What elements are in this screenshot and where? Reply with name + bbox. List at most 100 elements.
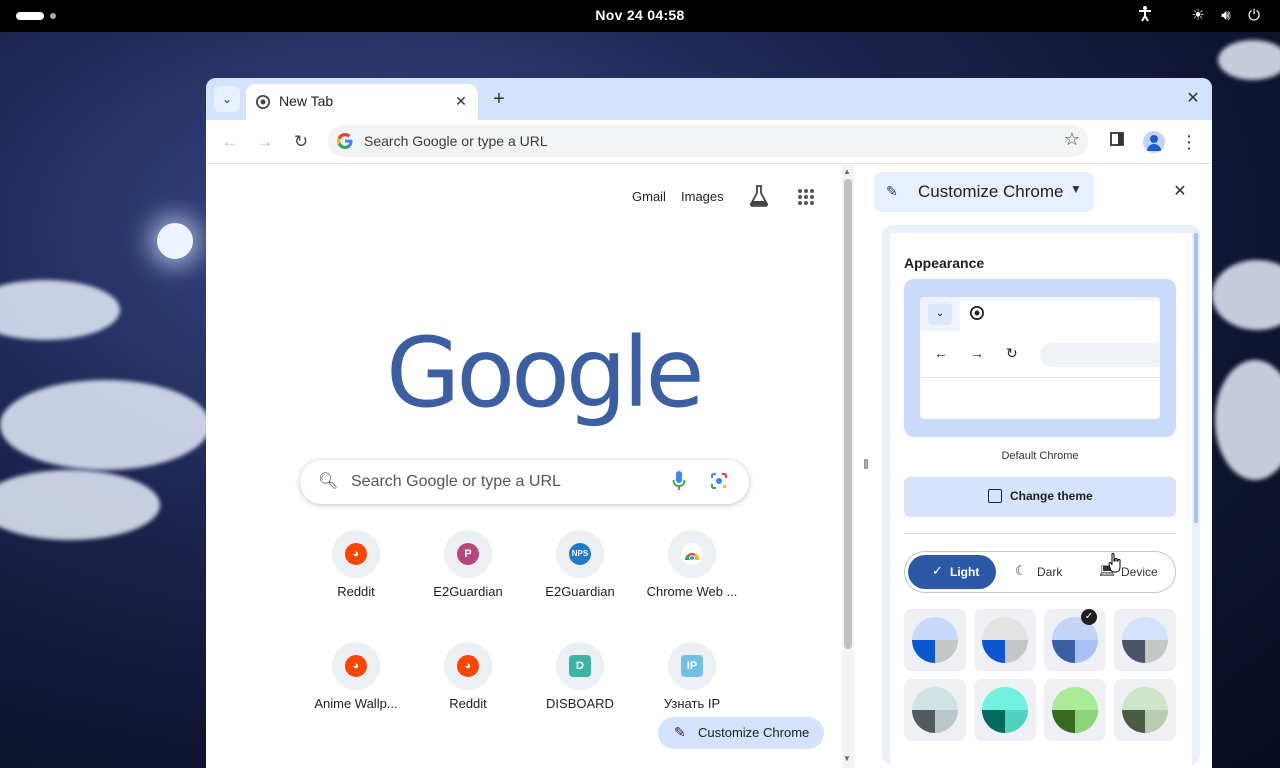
appearance-card: Appearance ⌄ ← → ↻ Default Chrome Change… (882, 225, 1200, 765)
disboard-icon: D (569, 655, 591, 677)
reload-button[interactable]: ↻ (289, 130, 313, 154)
google-logo: Google (386, 317, 705, 429)
color-swatch-aqua[interactable] (974, 679, 1036, 741)
color-swatch-grey[interactable] (974, 609, 1036, 671)
shortcut-tile[interactable]: NPS E2Guardian (524, 530, 636, 642)
tab-new-tab[interactable]: New Tab ✕ (246, 84, 478, 120)
swatch-disc (982, 687, 1028, 733)
shortcut-label: E2Guardian (433, 584, 503, 599)
voice-search-icon[interactable] (672, 470, 686, 492)
shortcut-label: E2Guardian (545, 584, 615, 599)
omnibox-text: Search Google or type a URL (364, 133, 548, 149)
shortcut-tile[interactable]: ◕ Reddit (412, 642, 524, 754)
tab-search-button[interactable]: ⌄ (214, 86, 240, 112)
theme-preview: ⌄ ← → ↻ (904, 279, 1176, 437)
side-panel-title: Customize Chrome (918, 182, 1064, 201)
volume-icon[interactable]: 🔊︎ (1216, 6, 1236, 26)
check-icon: ✓ (932, 563, 943, 578)
color-swatch-green[interactable] (1044, 679, 1106, 741)
color-swatch-blue[interactable]: ✓ (1044, 609, 1106, 671)
back-arrow-icon: ← (934, 345, 948, 361)
side-panel-header[interactable]: ✎ Customize Chrome ▼ (874, 172, 1094, 212)
new-tab-button[interactable]: + (486, 86, 512, 112)
theme-mode-toggle: ✓ Light ☾ Dark 💻︎ Device (904, 551, 1176, 593)
shortcut-tile[interactable]: ◕ Reddit (300, 530, 412, 642)
customize-chrome-button[interactable]: ✎ Customize Chrome (658, 717, 824, 749)
close-tab-icon[interactable]: ✕ (452, 92, 470, 110)
divider (904, 533, 1176, 534)
letter-p-icon: P (457, 543, 479, 565)
gmail-link[interactable]: Gmail (632, 189, 666, 204)
color-swatch-cool-grey[interactable] (1114, 609, 1176, 671)
mode-light-button[interactable]: ✓ Light (908, 555, 996, 589)
window-close-button[interactable]: ✕ (1182, 88, 1204, 110)
reddit-icon: ◕ (457, 655, 479, 677)
power-icon[interactable]: ⏻ (1244, 6, 1264, 26)
scroll-down-arrow-icon[interactable]: ▼ (843, 754, 851, 763)
change-theme-button[interactable]: Change theme (904, 477, 1176, 517)
mode-label: Light (950, 565, 980, 579)
mouse-cursor-icon (1108, 553, 1121, 573)
mode-label: Device (1121, 565, 1158, 579)
change-theme-label: Change theme (1010, 489, 1093, 503)
swatch-disc (982, 617, 1028, 663)
bookmark-star-icon[interactable]: ☆ (1064, 129, 1080, 150)
moon (157, 223, 193, 259)
clock[interactable]: Nov 24 04:58 (0, 7, 1280, 23)
labs-flask-icon[interactable] (749, 185, 769, 207)
nps-icon: NPS (569, 543, 591, 565)
forward-button[interactable]: → (253, 130, 277, 154)
swatch-disc (912, 617, 958, 663)
mode-device-button[interactable]: 💻︎ Device (1085, 555, 1173, 589)
profile-avatar[interactable] (1143, 131, 1165, 153)
preview-label: Default Chrome (1001, 450, 1079, 462)
customize-chrome-label: Customize Chrome (698, 725, 810, 740)
pencil-icon: ✎ (886, 183, 898, 199)
color-swatch-olive[interactable] (1114, 679, 1176, 741)
google-apps-icon[interactable] (798, 189, 814, 205)
pencil-icon: ✎ (674, 724, 686, 740)
shortcut-tile[interactable]: D DISBOARD (524, 642, 636, 754)
chevron-down-icon: ⌄ (928, 303, 952, 325)
google-lens-icon[interactable] (710, 472, 728, 490)
shortcut-label: Узнать IP (663, 696, 721, 711)
forward-arrow-icon: → (970, 345, 984, 361)
dropdown-caret-icon[interactable]: ▼ (1070, 182, 1082, 196)
scroll-up-arrow-icon[interactable]: ▲ (843, 167, 851, 176)
side-panel-icon[interactable] (1105, 130, 1129, 154)
accessibility-icon[interactable] (1135, 6, 1155, 28)
brightness-icon[interactable]: ☀ (1188, 6, 1208, 26)
color-swatch-default-blue[interactable] (904, 609, 966, 671)
ntp-search-box[interactable]: 🔍︎ Search Google or type a URL (300, 460, 749, 504)
system-top-bar: Nov 24 04:58 ☀ 🔊︎ ⏻ (0, 0, 1280, 32)
reload-icon: ↻ (1006, 345, 1018, 361)
shortcut-tile[interactable]: ◕ Anime Wallp... (300, 642, 412, 754)
image-icon (988, 489, 1002, 503)
tab-strip: ⌄ New Tab ✕ + ✕ (206, 78, 1212, 120)
shortcut-label: Reddit (449, 696, 487, 711)
mode-dark-button[interactable]: ☾ Dark (1001, 555, 1085, 589)
shortcut-tile[interactable]: P E2Guardian (412, 530, 524, 642)
toolbar: ← → ↻ Search Google or type a URL ☆ ⋮ (206, 120, 1212, 164)
shortcut-label: Anime Wallp... (314, 696, 398, 711)
shortcut-label: DISBOARD (546, 696, 614, 711)
swatch-disc (1052, 687, 1098, 733)
ntp-scrollbar[interactable]: ▲ ▼ (842, 165, 854, 768)
scrollbar-thumb[interactable] (844, 179, 852, 649)
shortcut-label: Chrome Web ... (646, 584, 738, 599)
images-link[interactable]: Images (681, 189, 724, 204)
new-tab-page: Gmail Images Google 🔍︎ Search Google or … (206, 165, 854, 768)
side-panel-scrollbar[interactable] (1194, 233, 1198, 523)
shortcut-tile[interactable]: Chrome Web ... (636, 530, 748, 642)
menu-kebab-icon[interactable]: ⋮ (1177, 130, 1201, 154)
browser-window: ⌄ New Tab ✕ + ✕ ← → ↻ Search Google or t… (206, 78, 1212, 768)
chrome-icon (256, 95, 270, 109)
chrome-icon (970, 306, 984, 320)
mode-label: Dark (1037, 565, 1063, 579)
swatch-disc (1122, 617, 1168, 663)
reddit-icon: ◕ (345, 543, 367, 565)
back-button[interactable]: ← (218, 130, 242, 154)
color-swatch-slate[interactable] (904, 679, 966, 741)
close-side-panel-icon[interactable]: ✕ (1170, 181, 1190, 201)
omnibox[interactable]: Search Google or type a URL ☆ (328, 125, 1088, 157)
